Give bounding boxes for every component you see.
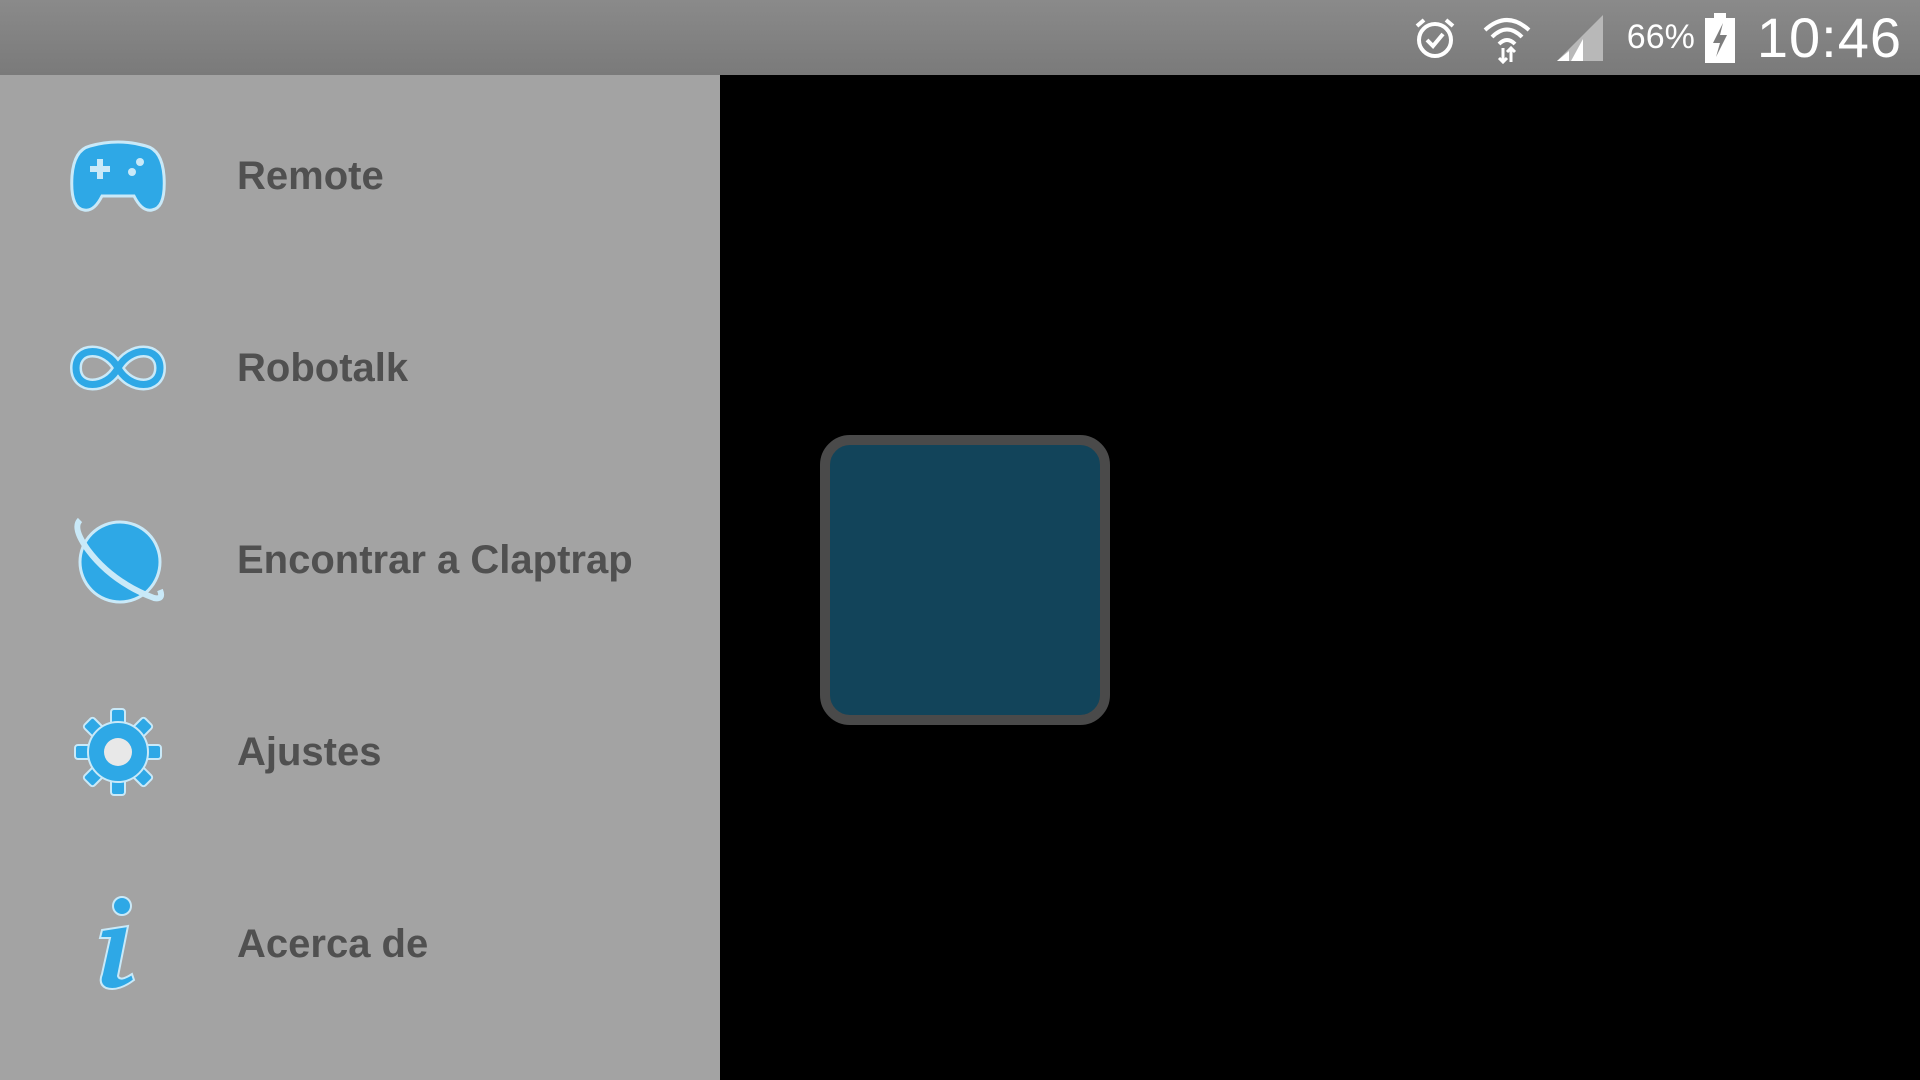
menu-item-remote[interactable]: Remote <box>0 101 720 251</box>
menu-item-label: Ajustes <box>237 729 382 774</box>
main-content <box>720 75 1920 1080</box>
control-square-button[interactable] <box>820 435 1110 725</box>
alarm-icon <box>1411 14 1459 62</box>
menu-item-label: Acerca de <box>237 921 429 966</box>
menu-item-ajustes[interactable]: Ajustes <box>0 677 720 827</box>
menu-item-encontrar-claptrap[interactable]: Encontrar a Claptrap <box>0 485 720 635</box>
wifi-icon <box>1481 12 1533 64</box>
planet-icon <box>68 510 168 610</box>
menu-item-robotalk[interactable]: Robotalk <box>0 293 720 443</box>
signal-icon <box>1555 13 1605 63</box>
gamepad-icon <box>68 126 168 226</box>
status-icons: 66% 10:46 <box>1411 0 1902 75</box>
menu-item-label: Robotalk <box>237 345 409 390</box>
navigation-drawer: Remote Robotalk Encontrar a Claptrap Aju… <box>0 75 720 1080</box>
menu-item-label: Encontrar a Claptrap <box>237 537 633 582</box>
menu-item-label: Remote <box>237 153 384 198</box>
status-bar: 66% 10:46 <box>0 0 1920 75</box>
menu-item-acerca-de[interactable]: Acerca de <box>0 869 720 1019</box>
gear-icon <box>68 702 168 802</box>
clock: 10:46 <box>1756 6 1902 69</box>
info-icon <box>68 894 168 994</box>
battery-percent: 66% <box>1626 18 1695 56</box>
infinity-icon <box>68 318 168 418</box>
battery-charging-icon <box>1704 12 1735 63</box>
